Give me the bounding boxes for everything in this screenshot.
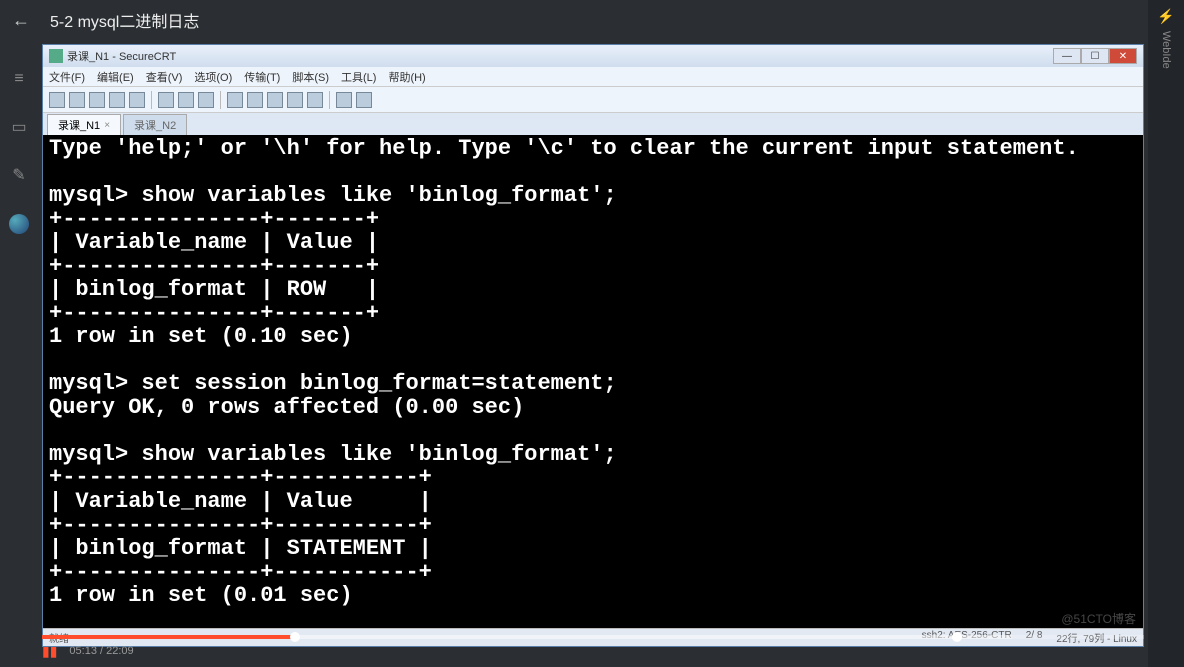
toolbar-icon[interactable]: [89, 92, 105, 108]
toolbar: [43, 87, 1143, 113]
menu-tools[interactable]: 工具(L): [341, 69, 376, 85]
video-time: 05:13 / 22:09: [69, 645, 133, 657]
tab-session-1[interactable]: 录课_N1×: [47, 114, 121, 135]
toolbar-icon[interactable]: [307, 92, 323, 108]
menu-edit[interactable]: 编辑(E): [97, 69, 134, 85]
terminal-output[interactable]: Type 'help;' or '\h' for help. Type '\c'…: [43, 135, 1143, 628]
toolbar-icon[interactable]: [49, 92, 65, 108]
bolt-icon[interactable]: ⚡: [1157, 8, 1174, 25]
menu-help[interactable]: 帮助(H): [388, 69, 425, 85]
tab-session-2[interactable]: 录课_N2: [123, 114, 187, 135]
minimize-button[interactable]: —: [1053, 48, 1081, 64]
note-icon[interactable]: ▭: [10, 118, 28, 136]
window-title-text: 录课_N1 - SecureCRT: [67, 48, 176, 64]
toolbar-icon[interactable]: [267, 92, 283, 108]
app-icon: [49, 49, 63, 63]
menu-script[interactable]: 脚本(S): [292, 69, 329, 85]
menu-file[interactable]: 文件(F): [49, 69, 85, 85]
video-progress-track[interactable]: [42, 635, 1144, 639]
toolbar-icon[interactable]: [69, 92, 85, 108]
toolbar-icon[interactable]: [129, 92, 145, 108]
toolbar-icon[interactable]: [247, 92, 263, 108]
page-title: 5-2 mysql二进制日志: [50, 8, 199, 32]
toolbar-separator: [329, 91, 330, 109]
back-button[interactable]: ←: [12, 10, 30, 31]
toolbar-icon[interactable]: [356, 92, 372, 108]
webide-label[interactable]: WebIde: [1160, 31, 1172, 69]
menu-transfer[interactable]: 传输(T): [244, 69, 280, 85]
maximize-button[interactable]: ☐: [1081, 48, 1109, 64]
menu-icon[interactable]: ≡: [10, 70, 28, 88]
watermark: @51CTO博客: [1061, 610, 1136, 627]
menu-view[interactable]: 查看(V): [146, 69, 183, 85]
top-bar: ← 5-2 mysql二进制日志: [0, 0, 1184, 40]
toolbar-icon[interactable]: [198, 92, 214, 108]
toolbar-icon[interactable]: [158, 92, 174, 108]
toolbar-separator: [220, 91, 221, 109]
toolbar-icon[interactable]: [178, 92, 194, 108]
globe-icon[interactable]: [9, 214, 29, 234]
toolbar-separator: [151, 91, 152, 109]
video-progress: [42, 635, 295, 639]
pause-button[interactable]: ▮▮: [42, 643, 57, 660]
edit-icon[interactable]: ✎: [10, 166, 28, 184]
toolbar-icon[interactable]: [109, 92, 125, 108]
tab-bar: 录课_N1× 录课_N2: [43, 113, 1143, 135]
toolbar-icon[interactable]: [287, 92, 303, 108]
menu-bar: 文件(F) 编辑(E) 查看(V) 选项(O) 传输(T) 脚本(S) 工具(L…: [43, 67, 1143, 87]
right-rail: ⚡ WebIde: [1148, 0, 1184, 667]
close-icon[interactable]: ×: [104, 120, 110, 131]
close-button[interactable]: ✕: [1109, 48, 1137, 64]
toolbar-icon[interactable]: [227, 92, 243, 108]
video-controls: ▮▮ 05:13 / 22:09: [42, 641, 1144, 661]
toolbar-icon[interactable]: [336, 92, 352, 108]
left-rail: ≡ ▭ ✎: [0, 40, 38, 667]
menu-options[interactable]: 选项(O): [194, 69, 232, 85]
window-controls: — ☐ ✕: [1053, 48, 1137, 64]
window-titlebar[interactable]: 录课_N1 - SecureCRT — ☐ ✕: [43, 45, 1143, 67]
securecrt-window: 录课_N1 - SecureCRT — ☐ ✕ 文件(F) 编辑(E) 查看(V…: [42, 44, 1144, 647]
